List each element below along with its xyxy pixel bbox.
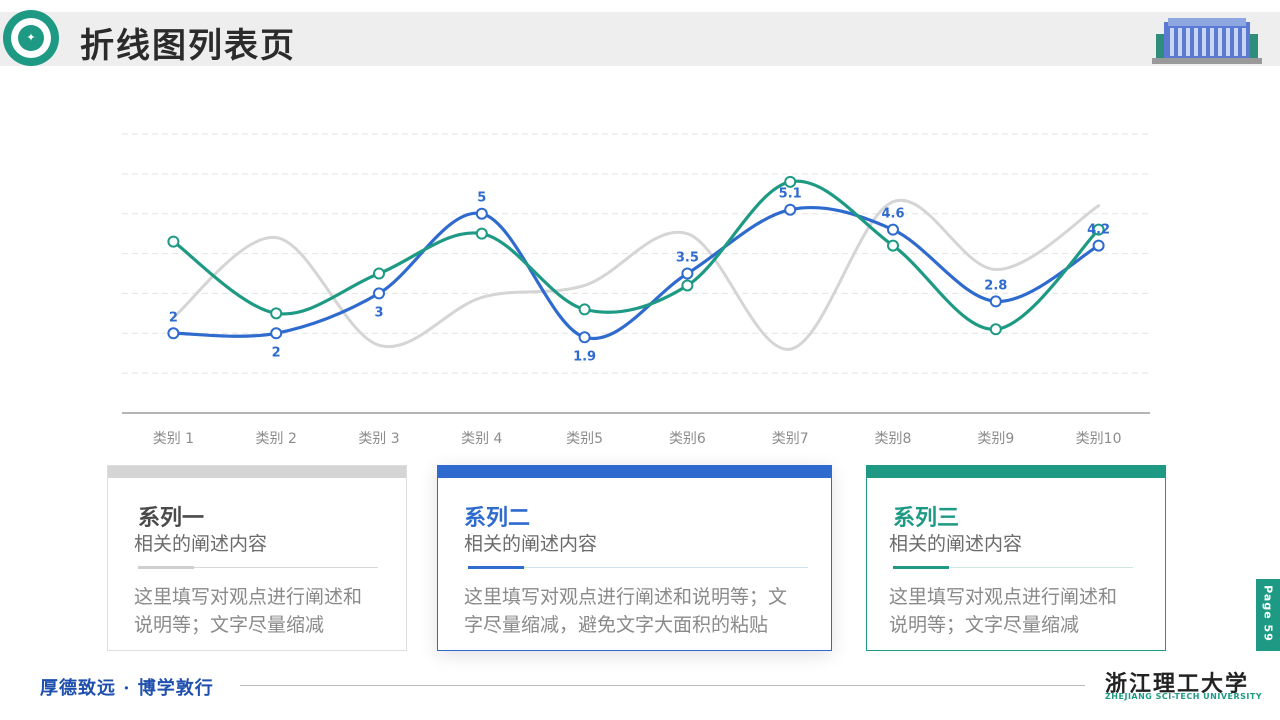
x-tick-label: 类别6: [669, 431, 706, 447]
data-label: 4.2: [1087, 223, 1110, 238]
data-point: [475, 207, 488, 220]
data-label: 4.6: [881, 207, 904, 222]
card-body: 这里填写对观点进行阐述和说明等；文 字尽量缩减，避免文字大面积的粘贴: [464, 586, 788, 636]
data-point: [167, 327, 180, 340]
card-body: 这里填写对观点进行阐述和 说明等；文字尽量缩减: [889, 586, 1118, 636]
data-label: 1.9: [573, 349, 596, 364]
card-title: 系列三: [893, 506, 960, 531]
card-series-1: 系列一 相关的阐述内容 这里填写对观点进行阐述和 说明等；文字尽量缩减: [107, 465, 407, 651]
data-point: [681, 279, 694, 292]
card-title: 系列二: [464, 506, 531, 531]
data-point: [989, 295, 1002, 308]
x-tick-label: 类别 4: [461, 431, 502, 447]
footer-divider: [240, 685, 1085, 686]
card-subtitle: 相关的阐述内容: [889, 533, 1023, 555]
university-name-en: ZHEJIANG SCI-TECH UNIVERSITY: [1105, 692, 1263, 701]
x-tick-label: 类别8: [875, 431, 912, 447]
data-point: [784, 175, 797, 188]
data-label: 5.1: [779, 187, 802, 202]
data-label: 3: [374, 305, 383, 320]
data-point: [373, 287, 385, 300]
line-chart: 类别 1 类别 2 类别 3 类别 4 类别5 类别6 类别7 类别8 类别9 类别10 2 2 3 5 1…: [122, 133, 1150, 447]
data-point: [887, 239, 899, 252]
card-subtitle: 相关的阐述内容: [464, 533, 598, 555]
x-tick-label: 类别 1: [153, 431, 194, 447]
data-label: 3.5: [676, 251, 699, 266]
data-point: [270, 327, 283, 340]
data-point: [887, 223, 899, 236]
card-title: 系列一: [138, 506, 205, 531]
x-tick-label: 类别 2: [256, 431, 297, 447]
x-tick-label: 类别 3: [358, 431, 399, 447]
data-point: [989, 323, 1002, 336]
x-tick-label: 类别5: [566, 431, 603, 447]
data-label: 2: [169, 310, 178, 325]
data-label: 5: [477, 191, 486, 206]
series-line: [171, 205, 1101, 341]
series-line: [171, 179, 1101, 331]
x-tick-label: 类别7: [772, 431, 809, 447]
university-motto: 厚德致远 · 博学敦行: [40, 678, 214, 699]
data-point: [270, 307, 283, 320]
data-point: [373, 267, 385, 280]
data-point: [1092, 239, 1105, 252]
x-tick-label: 类别9: [977, 431, 1014, 447]
card-subtitle: 相关的阐述内容: [134, 533, 268, 555]
data-point: [167, 235, 180, 248]
data-point: [784, 203, 797, 216]
x-tick-label: 类别10: [1076, 431, 1122, 447]
data-label: 2.8: [984, 278, 1007, 293]
series-line: [171, 198, 1101, 351]
card-series-2: 系列二 相关的阐述内容 这里填写对观点进行阐述和说明等；文 字尽量缩减，避免文字…: [437, 465, 832, 651]
page-number-tab: Page 59: [1256, 579, 1280, 651]
card-body: 这里填写对观点进行阐述和 说明等；文字尽量缩减: [134, 586, 363, 636]
data-point: [578, 303, 591, 316]
data-point: [475, 227, 488, 240]
data-point: [681, 267, 694, 280]
data-point: [578, 331, 591, 344]
data-label: 2: [272, 345, 281, 360]
card-series-3: 系列三 相关的阐述内容 这里填写对观点进行阐述和 说明等；文字尽量缩减: [866, 465, 1166, 651]
